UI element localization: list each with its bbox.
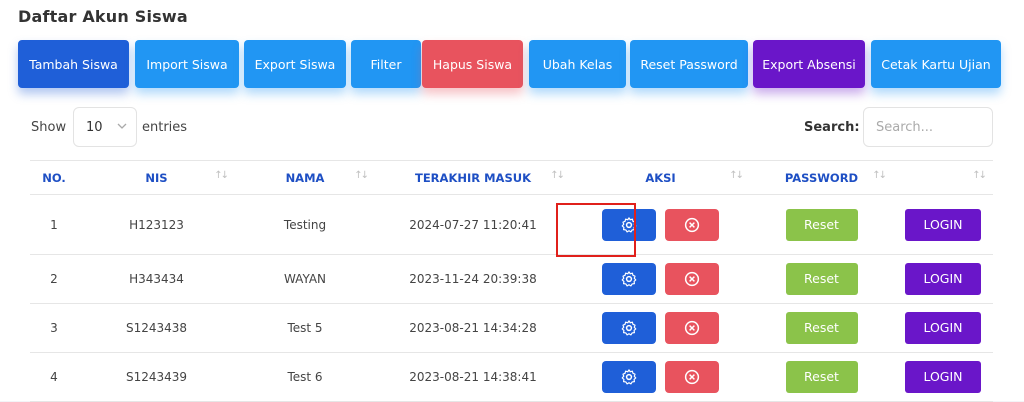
print-exam-card-button[interactable]: Cetak Kartu Ujian — [871, 40, 1001, 88]
login-as-button[interactable]: LOGIN — [905, 263, 981, 295]
cell-last-login: 2023-11-24 20:39:38 — [375, 254, 571, 304]
edit-button[interactable] — [601, 312, 656, 344]
cell-last-login: 2023-08-21 14:38:41 — [375, 352, 571, 402]
cell-nama: Test 6 — [235, 352, 375, 402]
gear-icon — [621, 271, 636, 287]
cell-nis: S1243439 — [78, 352, 235, 402]
cell-aksi — [571, 352, 750, 402]
gear-icon — [621, 369, 636, 385]
entries-select-value: 10 — [86, 120, 103, 135]
export-student-button[interactable]: Export Siswa — [244, 40, 346, 88]
cell-no: 3 — [30, 303, 78, 353]
cell-nama: WAYAN — [235, 254, 375, 304]
edit-button[interactable] — [601, 208, 656, 241]
sort-arrows-icon[interactable]: ↑↓ — [872, 170, 887, 181]
search-input[interactable] — [863, 107, 993, 147]
cell-password: Reset — [750, 352, 893, 402]
edit-button[interactable] — [601, 361, 656, 393]
sort-arrows-icon[interactable]: ↑↓ — [729, 170, 744, 181]
table-row: 1 H123123 Testing 2024-07-27 11:20:41 Re… — [30, 194, 993, 255]
cell-nis: S1243438 — [78, 303, 235, 353]
cell-login: LOGIN — [893, 194, 993, 255]
cell-nama: Testing — [235, 194, 375, 255]
cell-aksi — [571, 194, 750, 255]
page-title: Daftar Akun Siswa — [18, 7, 188, 26]
reset-password-button[interactable]: Reset Password — [630, 40, 748, 88]
cell-no: 1 — [30, 194, 78, 255]
add-student-button[interactable]: Tambah Siswa — [18, 40, 129, 88]
delete-button[interactable] — [665, 208, 720, 241]
show-label: Show — [31, 120, 67, 135]
cell-nis: H343434 — [78, 254, 235, 304]
cell-login: LOGIN — [893, 303, 993, 353]
student-accounts-card: Daftar Akun Siswa Tambah Siswa Import Si… — [0, 0, 1024, 402]
cell-password: Reset — [750, 303, 893, 353]
edit-button[interactable] — [601, 263, 656, 295]
sort-arrows-icon[interactable]: ↑↓ — [550, 170, 565, 181]
reset-password-row-button[interactable]: Reset — [785, 361, 858, 393]
x-circle-icon — [685, 271, 700, 287]
cell-aksi — [571, 303, 750, 353]
export-attendance-button[interactable]: Export Absensi — [753, 40, 865, 88]
sort-arrows-icon[interactable]: ↑↓ — [972, 170, 987, 181]
sort-arrows-icon[interactable]: ↑↓ — [214, 170, 229, 181]
col-header-aksi[interactable]: AKSI ↑↓ — [571, 160, 750, 195]
cell-nama: Test 5 — [235, 303, 375, 353]
login-as-button[interactable]: LOGIN — [905, 208, 981, 241]
delete-student-button[interactable]: Hapus Siswa — [422, 40, 523, 88]
login-as-button[interactable]: LOGIN — [905, 361, 981, 393]
cell-password: Reset — [750, 254, 893, 304]
col-header-no[interactable]: NO. — [30, 160, 78, 195]
x-circle-icon — [685, 369, 700, 385]
table-row: 3 S1243438 Test 5 2023-08-21 14:34:28 Re… — [30, 303, 993, 353]
gear-icon — [621, 320, 636, 336]
reset-password-row-button[interactable]: Reset — [785, 312, 858, 344]
gear-icon — [621, 216, 636, 232]
reset-password-row-button[interactable]: Reset — [785, 208, 858, 241]
cell-login: LOGIN — [893, 254, 993, 304]
cell-nis: H123123 — [78, 194, 235, 255]
table-row: 4 S1243439 Test 6 2023-08-21 14:38:41 Re… — [30, 352, 993, 402]
x-circle-icon — [685, 320, 700, 336]
sort-arrows-icon[interactable]: ↑↓ — [354, 170, 369, 181]
col-header-password[interactable]: PASSWORD ↑↓ — [750, 160, 893, 195]
table-header-row: NO. NIS ↑↓ NAMA ↑↓ TERAKHIR MASUK ↑↓ AKSI ↑↓… — [30, 160, 993, 195]
col-header-nama[interactable]: NAMA ↑↓ — [235, 160, 375, 195]
entries-select[interactable]: 10 — [73, 107, 137, 147]
cell-login: LOGIN — [893, 352, 993, 402]
reset-password-row-button[interactable]: Reset — [785, 263, 858, 295]
x-circle-icon — [685, 217, 700, 232]
col-header-login[interactable]: ↑↓ — [893, 160, 993, 195]
chevron-down-icon — [117, 120, 127, 134]
delete-button[interactable] — [665, 361, 720, 393]
delete-button[interactable] — [665, 263, 720, 295]
students-table: NO. NIS ↑↓ NAMA ↑↓ TERAKHIR MASUK ↑↓ AKSI ↑↓… — [30, 160, 993, 402]
table-row: 2 H343434 WAYAN 2023-11-24 20:39:38 Rese… — [30, 254, 993, 304]
import-student-button[interactable]: Import Siswa — [135, 40, 239, 88]
search-label: Search: — [804, 120, 860, 135]
col-header-nis[interactable]: NIS ↑↓ — [78, 160, 235, 195]
cell-no: 4 — [30, 352, 78, 402]
cell-last-login: 2023-08-21 14:34:28 — [375, 303, 571, 353]
cell-password: Reset — [750, 194, 893, 255]
login-as-button[interactable]: LOGIN — [905, 312, 981, 344]
entries-label: entries — [142, 120, 188, 135]
cell-last-login: 2024-07-27 11:20:41 — [375, 194, 571, 255]
col-header-last-login[interactable]: TERAKHIR MASUK ↑↓ — [375, 160, 571, 195]
cell-no: 2 — [30, 254, 78, 304]
filter-button[interactable]: Filter — [351, 40, 421, 88]
delete-button[interactable] — [665, 312, 720, 344]
change-class-button[interactable]: Ubah Kelas — [529, 40, 626, 88]
cell-aksi — [571, 254, 750, 304]
